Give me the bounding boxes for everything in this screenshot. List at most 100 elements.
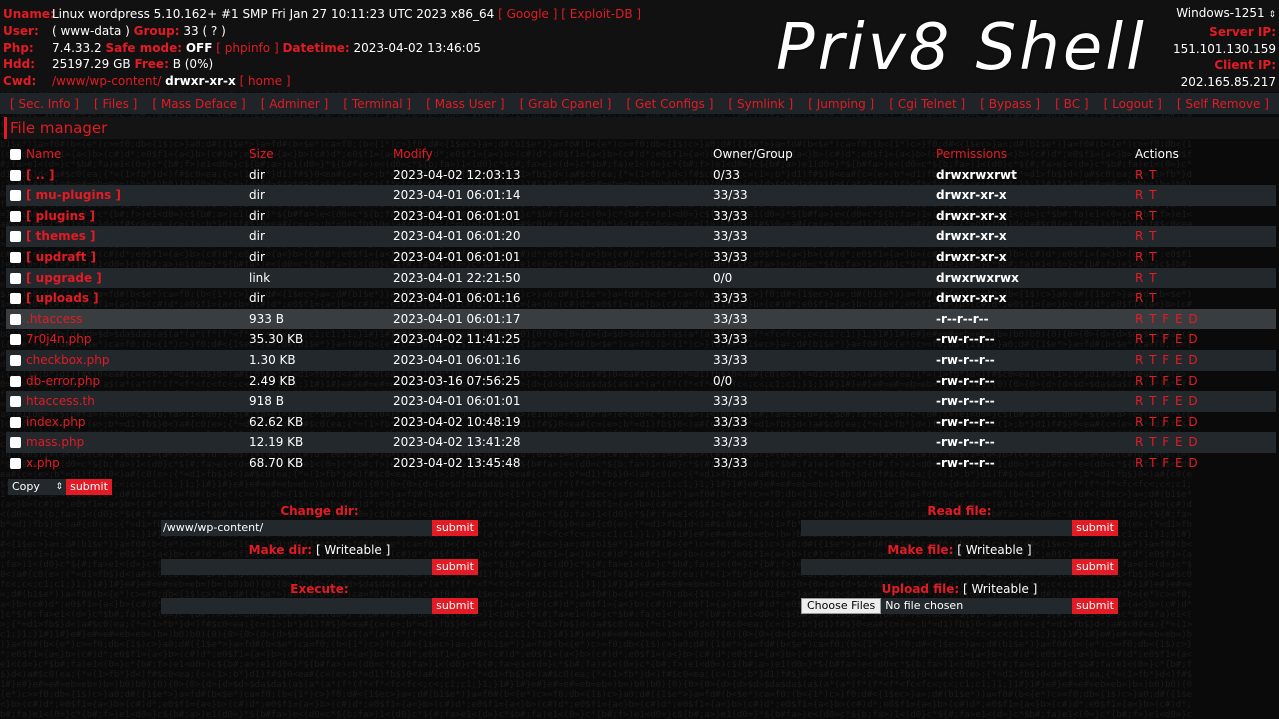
read-file-submit[interactable]: submit	[1072, 520, 1118, 536]
make-file-submit[interactable]: submit	[1072, 559, 1118, 575]
file-actions[interactable]: R T	[1135, 226, 1157, 247]
change-dir-submit[interactable]: submit	[432, 520, 478, 536]
file-actions[interactable]: R T F E D	[1135, 432, 1199, 453]
file-permissions[interactable]: drwxr-xr-x	[936, 226, 1007, 247]
nav-adminer[interactable]: [ Adminer ]	[261, 97, 329, 111]
file-actions[interactable]: R T F E D	[1135, 391, 1199, 412]
execute-input[interactable]	[161, 598, 432, 614]
file-actions[interactable]: R T F E D	[1135, 371, 1199, 392]
nav-files[interactable]: [ Files ]	[94, 97, 137, 111]
row-checkbox[interactable]	[10, 375, 21, 387]
file-permissions[interactable]: drwxr-xr-x	[936, 288, 1007, 309]
row-checkbox[interactable]	[10, 190, 21, 202]
file-link[interactable]: checkbox.php	[26, 350, 109, 371]
file-link[interactable]: db-error.php	[26, 371, 100, 392]
file-permissions[interactable]: -r--r--r--	[936, 309, 989, 330]
row-checkbox[interactable]	[10, 457, 21, 469]
col-permissions-header[interactable]: Permissions	[936, 144, 1007, 165]
file-link[interactable]: mass.php	[26, 432, 84, 453]
file-permissions[interactable]: -rw-r--r--	[936, 350, 995, 371]
dir-link[interactable]: [ updraft ]	[26, 247, 96, 268]
dir-link[interactable]: [ plugins ]	[26, 206, 95, 227]
nav-bc[interactable]: [ BC ]	[1055, 97, 1088, 111]
file-link[interactable]: x.php	[26, 453, 60, 474]
nav-sec-info[interactable]: [ Sec. Info ]	[10, 97, 79, 111]
change-dir-input[interactable]: /www/wp-content/	[161, 520, 432, 536]
row-checkbox[interactable]	[10, 272, 21, 284]
phpinfo-link[interactable]: [ phpinfo ]	[216, 40, 278, 57]
col-size-header[interactable]: Size	[249, 144, 274, 165]
nav-mass-deface[interactable]: [ Mass Deface ]	[152, 97, 245, 111]
file-permissions[interactable]: drwxr-xr-x	[936, 185, 1007, 206]
file-permissions[interactable]: -rw-r--r--	[936, 329, 995, 350]
row-checkbox[interactable]	[10, 231, 21, 243]
row-checkbox[interactable]	[10, 169, 21, 181]
row-checkbox[interactable]	[10, 354, 21, 366]
nav-symlink[interactable]: [ Symlink ]	[729, 97, 794, 111]
file-link[interactable]: 7r0j4n.php	[26, 329, 91, 350]
row-checkbox[interactable]	[10, 396, 21, 408]
upload-file-submit[interactable]: submit	[1072, 598, 1118, 614]
file-permissions[interactable]: drwxr-xr-x	[936, 206, 1007, 227]
select-all-checkbox[interactable]	[10, 149, 21, 160]
charset-select[interactable]: Windows-1251 ⇕	[1176, 5, 1276, 24]
file-permissions[interactable]: drwxr-xr-x	[936, 247, 1007, 268]
bulk-action-select[interactable]: Copy ⇕	[8, 479, 66, 495]
home-link[interactable]: [ home ]	[240, 73, 291, 90]
file-actions[interactable]: R T	[1135, 247, 1157, 268]
file-permissions[interactable]: drwxrwxrwx	[936, 268, 1019, 289]
make-file-input[interactable]	[801, 559, 1072, 575]
col-modify-header[interactable]: Modify	[393, 144, 433, 165]
file-actions[interactable]: R T F E D	[1135, 412, 1199, 433]
file-actions[interactable]: R T	[1135, 268, 1157, 289]
dir-link[interactable]: [ uploads ]	[26, 288, 99, 309]
file-permissions[interactable]: drwxrwxrwt	[936, 165, 1017, 186]
file-actions[interactable]: R T F E D	[1135, 309, 1199, 330]
nav-grab-cpanel[interactable]: [ Grab Cpanel ]	[520, 97, 612, 111]
nav-bypass[interactable]: [ Bypass ]	[980, 97, 1040, 111]
row-checkbox[interactable]	[10, 251, 21, 263]
cwd-path-link[interactable]: /www/wp-content/	[52, 73, 161, 90]
file-actions[interactable]: R T F E D	[1135, 350, 1199, 371]
file-actions[interactable]: R T	[1135, 185, 1157, 206]
bulk-submit-button[interactable]: submit	[66, 479, 112, 495]
file-link[interactable]: .htaccess	[26, 309, 83, 330]
nav-jumping[interactable]: [ Jumping ]	[808, 97, 874, 111]
file-actions[interactable]: R T	[1135, 165, 1157, 186]
file-permissions[interactable]: -rw-r--r--	[936, 391, 995, 412]
row-checkbox[interactable]	[10, 437, 21, 449]
file-actions[interactable]: R T	[1135, 288, 1157, 309]
file-permissions[interactable]: -rw-r--r--	[936, 412, 995, 433]
nav-logout[interactable]: [ Logout ]	[1104, 97, 1162, 111]
execute-submit[interactable]: submit	[432, 598, 478, 614]
col-name-header[interactable]: Name	[26, 144, 61, 165]
choose-files-button[interactable]: Choose Files	[801, 598, 882, 614]
nav-terminal[interactable]: [ Terminal ]	[343, 97, 411, 111]
file-actions[interactable]: R T F E D	[1135, 329, 1199, 350]
google-link[interactable]: [ Google ]	[498, 6, 557, 23]
nav-mass-user[interactable]: [ Mass User ]	[426, 97, 504, 111]
file-link[interactable]: htaccess.th	[26, 391, 95, 412]
nav-cgi-telnet[interactable]: [ Cgi Telnet ]	[889, 97, 965, 111]
file-link[interactable]: index.php	[26, 412, 85, 433]
file-permissions[interactable]: -rw-r--r--	[936, 371, 995, 392]
nav-self-remove[interactable]: [ Self Remove ]	[1177, 97, 1269, 111]
file-actions[interactable]: R T	[1135, 206, 1157, 227]
row-checkbox[interactable]	[10, 210, 21, 222]
file-actions[interactable]: R T F E D	[1135, 453, 1199, 474]
row-checkbox[interactable]	[10, 416, 21, 428]
make-dir-input[interactable]	[161, 559, 432, 575]
read-file-input[interactable]	[801, 520, 1072, 536]
dir-link[interactable]: [ .. ]	[26, 165, 54, 186]
dir-link[interactable]: [ upgrade ]	[26, 268, 102, 289]
file-permissions[interactable]: -rw-r--r--	[936, 432, 995, 453]
make-dir-submit[interactable]: submit	[432, 559, 478, 575]
row-checkbox[interactable]	[10, 313, 21, 325]
file-permissions[interactable]: -rw-r--r--	[936, 453, 995, 474]
dir-link[interactable]: [ themes ]	[26, 226, 96, 247]
row-checkbox[interactable]	[10, 293, 21, 305]
nav-get-configs[interactable]: [ Get Configs ]	[626, 97, 713, 111]
exploit-db-link[interactable]: [ Exploit-DB ]	[561, 6, 641, 23]
row-checkbox[interactable]	[10, 334, 21, 346]
dir-link[interactable]: [ mu-plugins ]	[26, 185, 121, 206]
